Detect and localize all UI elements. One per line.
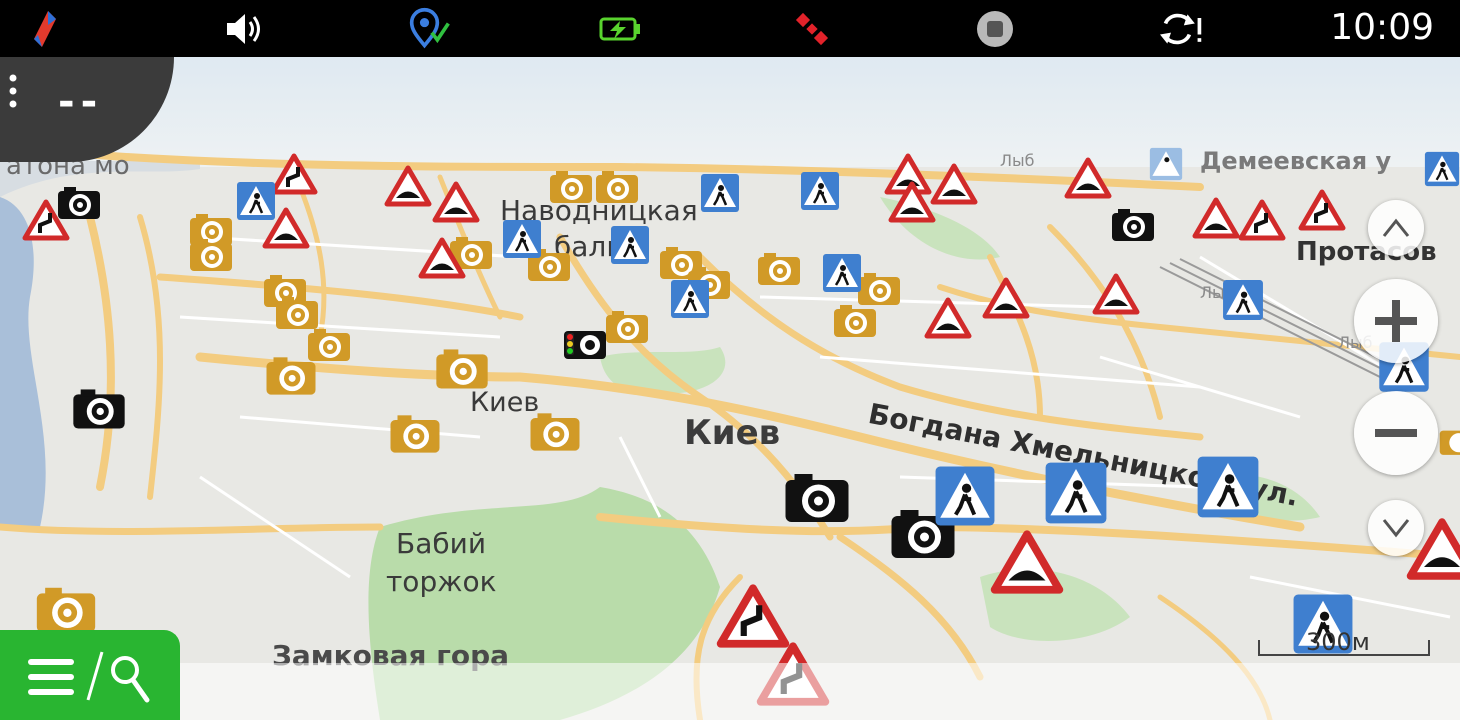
plus-icon (1375, 300, 1417, 342)
pedestrian-crossing-icon[interactable] (610, 225, 650, 270)
pedestrian-crossing-icon[interactable] (700, 173, 740, 218)
speed-bump-sign-icon[interactable] (418, 237, 466, 284)
pedestrian-crossing-icon[interactable] (236, 181, 276, 226)
speed-bump-sign-icon[interactable] (888, 181, 936, 228)
speed-camera-icon[interactable] (262, 355, 320, 402)
speed-camera-icon[interactable] (548, 169, 594, 210)
pedestrian-crossing-icon[interactable] (1424, 149, 1460, 194)
camera-icon[interactable] (1110, 207, 1156, 248)
pedestrian-crossing-icon[interactable] (1146, 147, 1186, 186)
more-options-icon[interactable] (8, 73, 18, 109)
pedestrian-crossing-icon[interactable] (670, 279, 710, 324)
zoom-out-button[interactable] (1354, 391, 1438, 475)
speed-camera-icon[interactable] (1438, 423, 1460, 464)
street-label-lybid-1: Лыб (1000, 151, 1035, 170)
chevron-down-icon (1382, 519, 1410, 538)
curve-sign-icon[interactable] (22, 199, 70, 246)
speed-camera-icon[interactable] (604, 309, 650, 350)
scale-bar: 300м (1258, 628, 1430, 656)
pedestrian-crossing-icon[interactable] (934, 465, 996, 532)
volume-icon[interactable] (222, 8, 266, 50)
menu-search-button[interactable] (0, 630, 180, 720)
satellite-off-icon (790, 8, 834, 50)
speed-bump-sign-icon[interactable] (924, 297, 972, 344)
speed-camera-icon[interactable] (188, 237, 234, 278)
zoom-in-button[interactable] (1354, 279, 1438, 363)
stop-icon[interactable] (973, 8, 1017, 50)
speed-bump-sign-icon[interactable] (1092, 273, 1140, 320)
bottom-strip (0, 663, 1460, 720)
pedestrian-crossing-icon[interactable] (1222, 279, 1264, 326)
speed-bump-sign-icon[interactable] (1192, 197, 1240, 244)
pedestrian-crossing-icon[interactable] (822, 253, 862, 298)
place-label-torzhok: торжок (386, 565, 497, 598)
speed-camera-icon[interactable] (756, 251, 802, 292)
scale-label: 300м (1306, 628, 1370, 656)
search-icon[interactable] (111, 656, 150, 703)
camera-icon[interactable] (782, 471, 852, 530)
map-view[interactable]: атона мо Демеевская у Наводницкая балка … (0, 57, 1460, 720)
app-logo-icon[interactable] (22, 8, 66, 50)
gps-location-icon[interactable] (408, 7, 452, 50)
curve-sign-icon[interactable] (1238, 199, 1286, 246)
battery-charging-icon (598, 8, 642, 50)
speed-camera-icon[interactable] (386, 413, 444, 460)
tilt-down-button[interactable] (1368, 500, 1424, 556)
speed-bump-sign-icon[interactable] (432, 181, 480, 228)
place-label-babiy: Бабий (396, 527, 487, 560)
speed-bump-sign-icon[interactable] (982, 277, 1030, 324)
pedestrian-crossing-icon[interactable] (800, 171, 840, 216)
camera-icon[interactable] (70, 387, 128, 436)
menu-icon[interactable] (28, 659, 74, 695)
current-speed: -- (58, 79, 104, 125)
city-label-kiev: Киев (684, 413, 781, 453)
status-bar: 10:09 (0, 0, 1460, 57)
speed-camera-icon[interactable] (832, 303, 878, 344)
chevron-up-icon (1382, 218, 1410, 237)
curve-sign-icon[interactable] (270, 153, 318, 200)
speed-camera-icon[interactable] (432, 347, 492, 396)
speed-bump-sign-icon[interactable] (1064, 157, 1112, 204)
curve-sign-icon[interactable] (1298, 189, 1346, 236)
tilt-up-button[interactable] (1368, 200, 1424, 256)
clock: 10:09 (1330, 7, 1434, 48)
minus-icon (1375, 429, 1417, 437)
traffic-light-camera-icon[interactable] (562, 325, 608, 366)
speed-bump-sign-icon[interactable] (384, 165, 432, 212)
speed-camera-icon[interactable] (594, 169, 640, 210)
speed-bump-sign-icon[interactable] (930, 163, 978, 210)
street-label-demeevskaya: Демеевская у (1200, 147, 1392, 175)
pedestrian-crossing-icon[interactable] (502, 219, 542, 264)
sync-alert-icon[interactable] (1160, 8, 1204, 50)
speed-bump-sign-icon[interactable] (990, 529, 1064, 600)
pedestrian-crossing-icon[interactable] (1044, 461, 1108, 530)
speed-camera-icon[interactable] (526, 411, 584, 458)
pedestrian-crossing-icon[interactable] (1196, 455, 1260, 524)
